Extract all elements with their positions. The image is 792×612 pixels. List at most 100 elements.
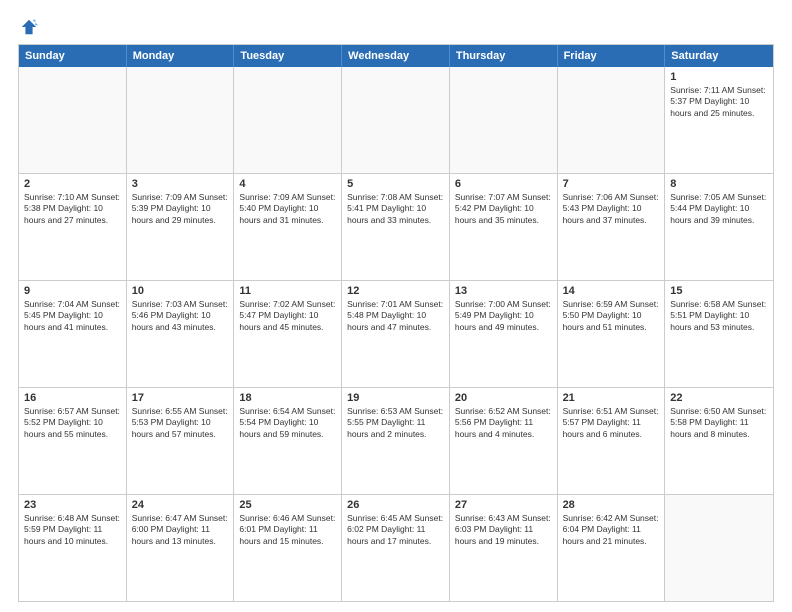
day-number: 27 (455, 499, 552, 511)
day-number: 19 (347, 392, 444, 404)
calendar-cell: 12Sunrise: 7:01 AM Sunset: 5:48 PM Dayli… (342, 281, 450, 387)
cell-info: Sunrise: 6:46 AM Sunset: 6:01 PM Dayligh… (239, 513, 336, 547)
calendar-cell: 20Sunrise: 6:52 AM Sunset: 5:56 PM Dayli… (450, 388, 558, 494)
day-number: 22 (670, 392, 768, 404)
cell-info: Sunrise: 7:09 AM Sunset: 5:39 PM Dayligh… (132, 192, 229, 226)
day-number: 1 (670, 71, 768, 83)
calendar-cell: 7 Sunrise: 7:06 AM Sunset: 5:43 PM Daylig… (558, 174, 666, 280)
logo (18, 18, 38, 36)
calendar-cell: 4 Sunrise: 7:09 AM Sunset: 5:40 PM Daylig… (234, 174, 342, 280)
calendar-cell: 21 Sunrise: 6:51 AM Sunset: 5:57 PM Dayli… (558, 388, 666, 494)
header-day-wednesday: Wednesday (342, 45, 450, 67)
cell-info: Sunrise: 6:48 AM Sunset: 5:59 PM Dayligh… (24, 513, 121, 547)
cell-info: Sunrise: 6:45 AM Sunset: 6:02 PM Dayligh… (347, 513, 444, 547)
calendar-row-0: 1 Sunrise: 7:11 AM Sunset: 5:37 PM Daylig… (19, 67, 773, 173)
cell-info: Sunrise: 6:42 AM Sunset: 6:04 PM Dayligh… (563, 513, 660, 547)
header-day-thursday: Thursday (450, 45, 558, 67)
calendar-row-4: 23 Sunrise: 6:48 AM Sunset: 5:59 PM Dayli… (19, 494, 773, 601)
cell-info: Sunrise: 7:06 AM Sunset: 5:43 PM Dayligh… (563, 192, 660, 226)
day-number: 4 (239, 178, 336, 190)
calendar-cell (234, 67, 342, 173)
calendar-cell (127, 67, 235, 173)
day-number: 26 (347, 499, 444, 511)
cell-info: Sunrise: 6:53 AM Sunset: 5:55 PM Dayligh… (347, 406, 444, 440)
header-day-friday: Friday (558, 45, 666, 67)
cell-info: Sunrise: 6:54 AM Sunset: 5:54 PM Dayligh… (239, 406, 336, 440)
cell-info: Sunrise: 7:09 AM Sunset: 5:40 PM Dayligh… (239, 192, 336, 226)
calendar-cell: 28 Sunrise: 6:42 AM Sunset: 6:04 PM Dayli… (558, 495, 666, 601)
header-day-monday: Monday (127, 45, 235, 67)
calendar-cell: 9 Sunrise: 7:04 AM Sunset: 5:45 PM Daylig… (19, 281, 127, 387)
day-number: 9 (24, 285, 121, 297)
cell-info: Sunrise: 6:57 AM Sunset: 5:52 PM Dayligh… (24, 406, 121, 440)
calendar-row-2: 9 Sunrise: 7:04 AM Sunset: 5:45 PM Daylig… (19, 280, 773, 387)
calendar-cell: 10Sunrise: 7:03 AM Sunset: 5:46 PM Dayli… (127, 281, 235, 387)
day-number: 16 (24, 392, 121, 404)
calendar-cell: 5 Sunrise: 7:08 AM Sunset: 5:41 PM Daylig… (342, 174, 450, 280)
calendar-cell (558, 67, 666, 173)
day-number: 20 (455, 392, 552, 404)
calendar-header: SundayMondayTuesdayWednesdayThursdayFrid… (19, 45, 773, 67)
calendar-cell: 14 Sunrise: 6:59 AM Sunset: 5:50 PM Dayli… (558, 281, 666, 387)
cell-info: Sunrise: 7:07 AM Sunset: 5:42 PM Dayligh… (455, 192, 552, 226)
logo-icon (20, 18, 38, 36)
cell-info: Sunrise: 7:02 AM Sunset: 5:47 PM Dayligh… (239, 299, 336, 333)
calendar-cell: 27 Sunrise: 6:43 AM Sunset: 6:03 PM Dayli… (450, 495, 558, 601)
cell-info: Sunrise: 6:51 AM Sunset: 5:57 PM Dayligh… (563, 406, 660, 440)
calendar-cell: 19 Sunrise: 6:53 AM Sunset: 5:55 PM Dayli… (342, 388, 450, 494)
calendar-cell: 6 Sunrise: 7:07 AM Sunset: 5:42 PM Daylig… (450, 174, 558, 280)
calendar-cell: 17 Sunrise: 6:55 AM Sunset: 5:53 PM Dayli… (127, 388, 235, 494)
calendar-cell: 11 Sunrise: 7:02 AM Sunset: 5:47 PM Dayli… (234, 281, 342, 387)
day-number: 12 (347, 285, 444, 297)
calendar-cell: 13 Sunrise: 7:00 AM Sunset: 5:49 PM Dayli… (450, 281, 558, 387)
calendar: SundayMondayTuesdayWednesdayThursdayFrid… (18, 44, 774, 602)
calendar-cell: 8 Sunrise: 7:05 AM Sunset: 5:44 PM Daylig… (665, 174, 773, 280)
day-number: 17 (132, 392, 229, 404)
calendar-cell: 22 Sunrise: 6:50 AM Sunset: 5:58 PM Dayli… (665, 388, 773, 494)
header-day-saturday: Saturday (665, 45, 773, 67)
calendar-body: 1 Sunrise: 7:11 AM Sunset: 5:37 PM Daylig… (19, 67, 773, 601)
calendar-cell (19, 67, 127, 173)
day-number: 13 (455, 285, 552, 297)
day-number: 5 (347, 178, 444, 190)
cell-info: Sunrise: 7:03 AM Sunset: 5:46 PM Dayligh… (132, 299, 229, 333)
header (18, 18, 774, 36)
cell-info: Sunrise: 7:00 AM Sunset: 5:49 PM Dayligh… (455, 299, 552, 333)
day-number: 18 (239, 392, 336, 404)
calendar-cell: 1 Sunrise: 7:11 AM Sunset: 5:37 PM Daylig… (665, 67, 773, 173)
cell-info: Sunrise: 6:43 AM Sunset: 6:03 PM Dayligh… (455, 513, 552, 547)
calendar-row-3: 16 Sunrise: 6:57 AM Sunset: 5:52 PM Dayli… (19, 387, 773, 494)
day-number: 21 (563, 392, 660, 404)
day-number: 3 (132, 178, 229, 190)
cell-info: Sunrise: 7:04 AM Sunset: 5:45 PM Dayligh… (24, 299, 121, 333)
calendar-cell: 2 Sunrise: 7:10 AM Sunset: 5:38 PM Daylig… (19, 174, 127, 280)
cell-info: Sunrise: 7:11 AM Sunset: 5:37 PM Dayligh… (670, 85, 768, 119)
cell-info: Sunrise: 7:10 AM Sunset: 5:38 PM Dayligh… (24, 192, 121, 226)
cell-info: Sunrise: 6:50 AM Sunset: 5:58 PM Dayligh… (670, 406, 768, 440)
day-number: 8 (670, 178, 768, 190)
calendar-cell: 24 Sunrise: 6:47 AM Sunset: 6:00 PM Dayli… (127, 495, 235, 601)
cell-info: Sunrise: 6:58 AM Sunset: 5:51 PM Dayligh… (670, 299, 768, 333)
day-number: 14 (563, 285, 660, 297)
cell-info: Sunrise: 6:59 AM Sunset: 5:50 PM Dayligh… (563, 299, 660, 333)
calendar-cell: 26 Sunrise: 6:45 AM Sunset: 6:02 PM Dayli… (342, 495, 450, 601)
calendar-row-1: 2 Sunrise: 7:10 AM Sunset: 5:38 PM Daylig… (19, 173, 773, 280)
day-number: 25 (239, 499, 336, 511)
cell-info: Sunrise: 6:55 AM Sunset: 5:53 PM Dayligh… (132, 406, 229, 440)
day-number: 23 (24, 499, 121, 511)
day-number: 6 (455, 178, 552, 190)
page: SundayMondayTuesdayWednesdayThursdayFrid… (0, 0, 792, 612)
day-number: 7 (563, 178, 660, 190)
day-number: 28 (563, 499, 660, 511)
cell-info: Sunrise: 6:47 AM Sunset: 6:00 PM Dayligh… (132, 513, 229, 547)
day-number: 11 (239, 285, 336, 297)
calendar-cell: 15Sunrise: 6:58 AM Sunset: 5:51 PM Dayli… (665, 281, 773, 387)
day-number: 2 (24, 178, 121, 190)
calendar-cell (450, 67, 558, 173)
cell-info: Sunrise: 7:05 AM Sunset: 5:44 PM Dayligh… (670, 192, 768, 226)
calendar-cell (665, 495, 773, 601)
calendar-cell: 3 Sunrise: 7:09 AM Sunset: 5:39 PM Daylig… (127, 174, 235, 280)
cell-info: Sunrise: 7:08 AM Sunset: 5:41 PM Dayligh… (347, 192, 444, 226)
calendar-cell: 18 Sunrise: 6:54 AM Sunset: 5:54 PM Dayli… (234, 388, 342, 494)
day-number: 24 (132, 499, 229, 511)
